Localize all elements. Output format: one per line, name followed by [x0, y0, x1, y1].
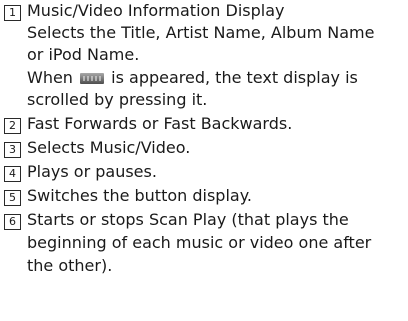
- item-number-box: 2: [4, 118, 21, 134]
- scroll-icon: [80, 73, 105, 84]
- item-number-box: 5: [4, 190, 21, 206]
- item-text: Selects Music/Video.: [27, 138, 191, 157]
- item-title: Music/Video Information Display: [27, 1, 285, 20]
- item-number-box: 4: [4, 166, 21, 182]
- item-text: Fast Forwards or Fast Backwards.: [27, 114, 293, 133]
- item-number-box: 3: [4, 142, 21, 158]
- instruction-list: 1 Music/Video Information Display Select…: [0, 0, 408, 321]
- item-text: Switches the button display.: [27, 186, 252, 205]
- item-text: Plays or pauses.: [27, 162, 157, 181]
- item-text: Starts or stops Scan Play (that plays th…: [27, 210, 349, 229]
- item-number-box: 6: [4, 214, 21, 230]
- item-number-box: 1: [4, 5, 21, 21]
